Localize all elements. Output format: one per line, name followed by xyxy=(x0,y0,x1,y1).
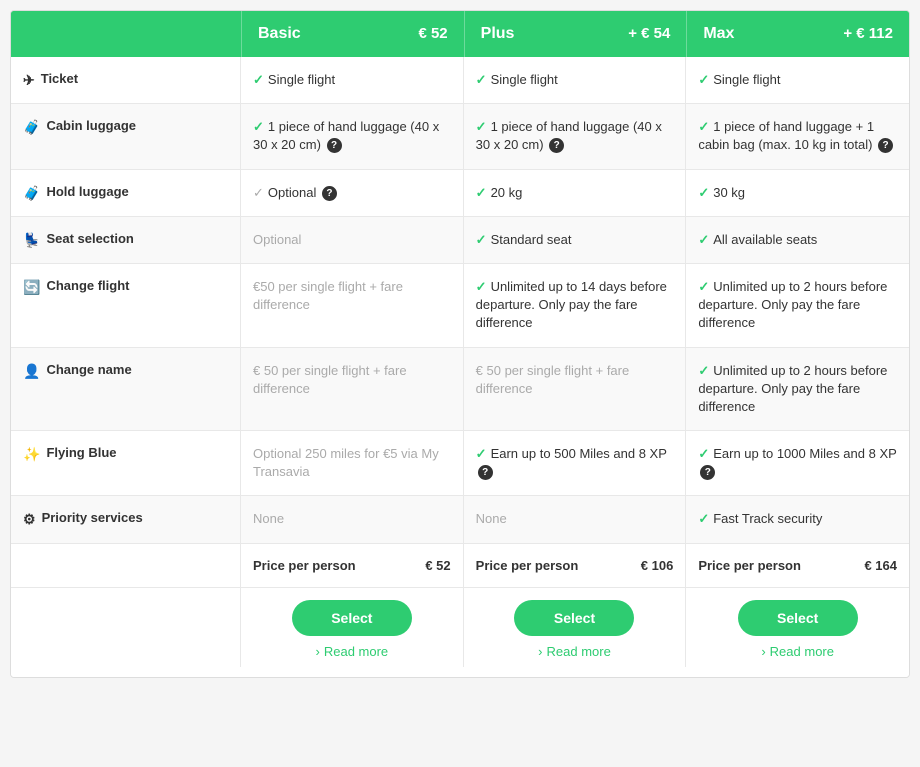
cell-basic-cabin-luggage: ✓1 piece of hand luggage (40 x 30 x 20 c… xyxy=(241,104,464,168)
data-row-change-flight: 🔄Change flight€50 per single flight + fa… xyxy=(11,264,909,348)
cell-max-change-name: ✓Unlimited up to 2 hours before departur… xyxy=(686,348,909,431)
cell-max-priority-services: ✓Fast Track security xyxy=(686,496,909,542)
cell-basic-seat-selection: Optional xyxy=(241,217,464,263)
cell-plus-change-name: € 50 per single flight + fare difference xyxy=(464,348,687,431)
cell-basic-hold-luggage: ✓Optional ? xyxy=(241,170,464,216)
row-label-change-flight: 🔄Change flight xyxy=(11,264,241,347)
footer-price-row: Price per person € 52 Price per person €… xyxy=(11,544,909,588)
header-row: Basic € 52 Plus + € 54 Max + € 112 xyxy=(11,11,909,57)
cell-basic-priority-services: None xyxy=(241,496,464,542)
select-basic-button[interactable]: Select xyxy=(292,600,412,636)
data-row-ticket: ✈Ticket✓Single flight✓Single flight✓Sing… xyxy=(11,57,909,104)
row-label-flying-blue: ✨Flying Blue xyxy=(11,431,241,495)
max-plan-price: + € 112 xyxy=(843,25,893,42)
data-row-priority-services: ⚙Priority servicesNoneNone✓Fast Track se… xyxy=(11,496,909,543)
actions-row: Select ›Read more Select ›Read more Sele… xyxy=(11,588,909,677)
cell-plus-hold-luggage: ✓20 kg xyxy=(464,170,687,216)
chevron-icon: › xyxy=(316,644,320,659)
help-icon[interactable]: ? xyxy=(700,465,715,480)
basic-plan-price: € 52 xyxy=(418,25,447,42)
data-row-cabin-luggage: 🧳Cabin luggage✓1 piece of hand luggage (… xyxy=(11,104,909,169)
data-row-hold-luggage: 🧳Hold luggage✓Optional ?✓20 kg✓30 kg xyxy=(11,170,909,217)
priority-services-icon: ⚙ xyxy=(23,511,36,528)
cell-basic-change-flight: €50 per single flight + fare difference xyxy=(241,264,464,347)
data-row-flying-blue: ✨Flying BlueOptional 250 miles for €5 vi… xyxy=(11,431,909,496)
cabin-luggage-icon: 🧳 xyxy=(23,119,40,136)
plus-price-label: Price per person xyxy=(476,558,579,573)
row-label-cabin-luggage: 🧳Cabin luggage xyxy=(11,104,241,168)
read-more-basic-link[interactable]: ›Read more xyxy=(316,644,389,659)
cell-plus-priority-services: None xyxy=(464,496,687,542)
cell-max-cabin-luggage: ✓1 piece of hand luggage + 1 cabin bag (… xyxy=(686,104,909,168)
chevron-icon: › xyxy=(538,644,542,659)
plus-plan-price: + € 54 xyxy=(628,25,670,42)
basic-price-value: € 52 xyxy=(425,558,450,573)
basic-plan-name: Basic xyxy=(258,25,301,42)
read-more-plus-link[interactable]: ›Read more xyxy=(538,644,611,659)
cell-basic-change-name: € 50 per single flight + fare difference xyxy=(241,348,464,431)
data-rows-container: ✈Ticket✓Single flight✓Single flight✓Sing… xyxy=(11,57,909,544)
cell-max-seat-selection: ✓All available seats xyxy=(686,217,909,263)
hold-luggage-icon: 🧳 xyxy=(23,185,40,202)
help-icon[interactable]: ? xyxy=(878,138,893,153)
cell-plus-change-flight: ✓Unlimited up to 14 days before departur… xyxy=(464,264,687,347)
change-name-icon: 👤 xyxy=(23,363,40,380)
max-price-value: € 164 xyxy=(864,558,897,573)
cell-max-flying-blue: ✓Earn up to 1000 Miles and 8 XP ? xyxy=(686,431,909,495)
action-plus: Select ›Read more xyxy=(464,588,687,667)
row-label-change-name: 👤Change name xyxy=(11,348,241,431)
cell-basic-ticket: ✓Single flight xyxy=(241,57,464,103)
row-label-ticket: ✈Ticket xyxy=(11,57,241,103)
help-icon[interactable]: ? xyxy=(478,465,493,480)
change-flight-icon: 🔄 xyxy=(23,279,40,296)
select-max-button[interactable]: Select xyxy=(738,600,858,636)
max-price-label: Price per person xyxy=(698,558,801,573)
flying-blue-icon: ✨ xyxy=(23,446,40,463)
help-icon[interactable]: ? xyxy=(549,138,564,153)
cell-basic-flying-blue: Optional 250 miles for €5 via My Transav… xyxy=(241,431,464,495)
cell-plus-ticket: ✓Single flight xyxy=(464,57,687,103)
cell-plus-seat-selection: ✓Standard seat xyxy=(464,217,687,263)
cell-max-hold-luggage: ✓30 kg xyxy=(686,170,909,216)
header-empty xyxy=(11,11,241,57)
ticket-icon: ✈ xyxy=(23,72,35,89)
footer-basic: Price per person € 52 xyxy=(241,544,464,587)
data-row-seat-selection: 💺Seat selectionOptional✓Standard seat✓Al… xyxy=(11,217,909,264)
plus-price-value: € 106 xyxy=(641,558,674,573)
header-basic: Basic € 52 xyxy=(241,11,464,57)
header-plus: Plus + € 54 xyxy=(464,11,687,57)
data-row-change-name: 👤Change name€ 50 per single flight + far… xyxy=(11,348,909,432)
row-label-seat-selection: 💺Seat selection xyxy=(11,217,241,263)
max-plan-name: Max xyxy=(703,25,734,42)
cell-max-ticket: ✓Single flight xyxy=(686,57,909,103)
chevron-icon: › xyxy=(761,644,765,659)
action-max: Select ›Read more xyxy=(686,588,909,667)
action-empty xyxy=(11,588,241,667)
pricing-table: Basic € 52 Plus + € 54 Max + € 112 ✈Tick… xyxy=(10,10,910,678)
help-icon[interactable]: ? xyxy=(327,138,342,153)
footer-max: Price per person € 164 xyxy=(686,544,909,587)
row-label-priority-services: ⚙Priority services xyxy=(11,496,241,542)
cell-max-change-flight: ✓Unlimited up to 2 hours before departur… xyxy=(686,264,909,347)
plus-plan-name: Plus xyxy=(481,25,515,42)
read-more-max-link[interactable]: ›Read more xyxy=(761,644,834,659)
help-icon[interactable]: ? xyxy=(322,186,337,201)
cell-plus-flying-blue: ✓Earn up to 500 Miles and 8 XP ? xyxy=(464,431,687,495)
action-basic: Select ›Read more xyxy=(241,588,464,667)
header-max: Max + € 112 xyxy=(686,11,909,57)
footer-empty xyxy=(11,544,241,587)
seat-selection-icon: 💺 xyxy=(23,232,40,249)
basic-price-label: Price per person xyxy=(253,558,356,573)
row-label-hold-luggage: 🧳Hold luggage xyxy=(11,170,241,216)
cell-plus-cabin-luggage: ✓1 piece of hand luggage (40 x 30 x 20 c… xyxy=(464,104,687,168)
select-plus-button[interactable]: Select xyxy=(514,600,634,636)
footer-plus: Price per person € 106 xyxy=(464,544,687,587)
